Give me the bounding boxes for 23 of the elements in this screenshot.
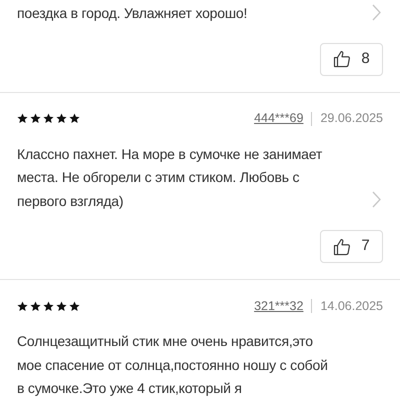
like-button[interactable]: 7	[320, 230, 383, 263]
review-date: 14.06.2025	[320, 298, 383, 315]
author-link[interactable]: 321***32	[254, 296, 304, 316]
star-icon	[17, 300, 28, 312]
star-icon	[17, 113, 28, 124]
star-icon	[56, 113, 67, 124]
review-text: Солнцезащитный стик мне очень нравится,это мое спасение от солнца,постоянно ношу с собой в сумочке.Это уже 4 стик,который я	[17, 332, 329, 398]
like-button[interactable]: 8	[320, 42, 383, 76]
star-icon	[43, 300, 54, 312]
thumbs-up-icon	[333, 238, 352, 256]
chevron-right-icon[interactable]	[372, 4, 381, 20]
star-icon	[30, 113, 41, 124]
review-text: поездка в город. Увлажняет хорошо!	[17, 4, 248, 23]
review-date: 29.06.2025	[320, 110, 383, 128]
star-icon	[69, 300, 80, 312]
star-icon	[56, 300, 67, 312]
chevron-right-icon[interactable]	[372, 191, 381, 208]
star-icon	[69, 113, 80, 124]
thumbs-up-icon	[333, 50, 352, 68]
star-icon	[43, 113, 54, 124]
author-link[interactable]: 444***69	[254, 109, 304, 128]
star-icon	[30, 300, 41, 312]
review-text: Классно пахнет. На море в сумочке не занимает места. Не обгорели с этим стиком. Любовь с первого взгляда)	[17, 144, 324, 211]
